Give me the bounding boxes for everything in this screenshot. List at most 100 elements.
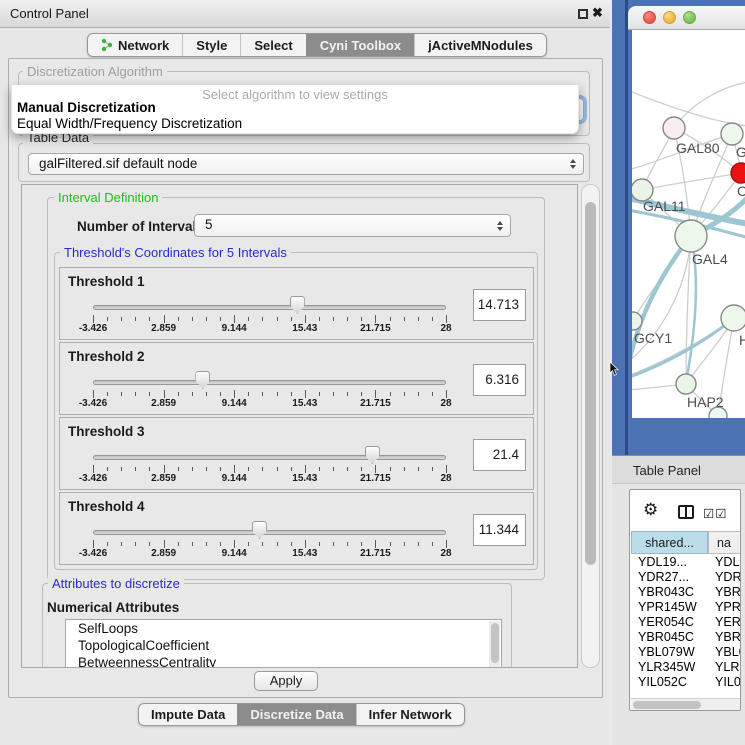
tick-mark — [375, 465, 376, 473]
select-columns-checkboxes-icon[interactable]: ☑☑ — [703, 506, 727, 521]
edge-bundle[interactable] — [632, 318, 734, 378]
shared-name-cell: YLR345W — [638, 660, 695, 675]
threshold-value-field[interactable]: 6.316 — [473, 364, 526, 396]
tick-mark — [446, 390, 447, 398]
edge[interactable] — [632, 92, 745, 126]
table-row[interactable]: YDL19... YDL1 — [631, 555, 741, 570]
slider-handle[interactable] — [195, 371, 210, 389]
tick-mark — [291, 317, 292, 321]
tab-infer-network[interactable]: Infer Network — [356, 704, 464, 725]
slider-handle[interactable] — [252, 521, 267, 539]
attribute-list-item[interactable]: BetweennessCentrality — [66, 654, 501, 668]
table-row[interactable]: YPR145WYPR1 — [631, 600, 741, 615]
table-row[interactable]: YIL052CYIL0 — [631, 675, 741, 690]
tab-jactivemnodules[interactable]: jActiveMNodules — [414, 34, 546, 56]
tab-network[interactable]: Network — [88, 34, 182, 56]
tick-label: 2.859 — [139, 323, 189, 334]
slider-track[interactable] — [93, 305, 446, 310]
tab-cyni-toolbox[interactable]: Cyni Toolbox — [306, 34, 414, 56]
tab-infer-network-label: Infer Network — [369, 707, 452, 722]
column-header-shared-name[interactable]: shared... — [631, 531, 708, 554]
threshold-value-field[interactable]: 21.4 — [473, 439, 526, 471]
slider-track[interactable] — [93, 530, 446, 535]
tick-mark — [390, 392, 391, 396]
table-row[interactable]: YER054CYER0 — [631, 615, 741, 630]
tick-mark — [107, 467, 108, 471]
tick-mark — [375, 315, 376, 323]
shared-name-cell: YDL19... — [638, 555, 687, 570]
slider-tick-labels: -3.4262.8599.14415.4321.71528 — [93, 548, 447, 560]
apply-button[interactable]: Apply — [254, 671, 318, 691]
table-row[interactable]: YBR043CYBR0 — [631, 585, 741, 600]
network-node[interactable] — [675, 220, 707, 252]
attributes-list-scrollbar[interactable] — [489, 621, 500, 668]
tick-mark — [277, 317, 278, 321]
close-icon[interactable]: ✖ — [592, 5, 603, 21]
table-hscrollbar[interactable] — [631, 698, 741, 710]
network-node[interactable] — [721, 305, 745, 331]
float-window-icon[interactable] — [578, 9, 588, 19]
table-data-combo[interactable]: galFiltered.sif default node — [28, 153, 584, 175]
tick-mark — [248, 392, 249, 396]
slider-track[interactable] — [93, 455, 446, 460]
edge[interactable] — [642, 173, 741, 190]
attribute-list-item[interactable]: SelfLoops — [66, 620, 501, 637]
name-cell: YDL1 — [715, 555, 741, 570]
tick-mark — [418, 317, 419, 321]
minimize-traffic-light-icon[interactable] — [663, 11, 676, 24]
tick-mark — [262, 392, 263, 396]
table-row[interactable]: YLR345WYLR3 — [631, 660, 741, 675]
shared-name-cell: YBR045C — [638, 630, 694, 645]
tick-label: 28 — [421, 323, 471, 334]
slider-handle[interactable] — [365, 446, 380, 464]
slider-tick-labels: -3.4262.8599.14415.4321.71528 — [93, 398, 447, 410]
threshold-label: Threshold 2 — [68, 349, 145, 364]
scrollbar-thumb[interactable] — [585, 202, 596, 565]
tab-style[interactable]: Style — [182, 34, 240, 56]
tick-mark — [404, 317, 405, 321]
close-traffic-light-icon[interactable] — [643, 11, 656, 24]
network-canvas[interactable]: GAL80GACGAL11GAL4GCY1HHAP2 — [632, 30, 745, 418]
network-node[interactable] — [721, 123, 743, 145]
name-cell: YDR2 — [715, 570, 741, 585]
slider-track[interactable] — [93, 380, 446, 385]
settings-scrollbar[interactable] — [581, 184, 600, 668]
attribute-list-item[interactable]: TopologicalCoefficient — [66, 637, 501, 654]
tab-impute-data[interactable]: Impute Data — [139, 704, 237, 725]
number-of-intervals-combo[interactable]: 5 — [194, 214, 511, 237]
combo-stepper-icon — [570, 159, 576, 169]
slider-handle[interactable] — [290, 296, 305, 314]
scrollbar-thumb[interactable] — [491, 623, 499, 663]
scrollbar-thumb[interactable] — [633, 701, 701, 709]
node-label: GCY1 — [634, 330, 672, 346]
column-header-name[interactable]: na — [708, 531, 741, 554]
split-columns-icon[interactable] — [678, 505, 694, 519]
name-cell: YBR0 — [715, 585, 741, 600]
tab-select[interactable]: Select — [240, 34, 305, 56]
edge[interactable] — [632, 318, 734, 376]
edge[interactable] — [674, 82, 745, 128]
table-row[interactable]: YBR045CYBR0 — [631, 630, 741, 645]
threshold-label: Threshold 3 — [68, 424, 145, 439]
gear-icon[interactable]: ⚙ — [643, 500, 658, 520]
numerical-attributes-list[interactable]: SelfLoopsTopologicalCoefficientBetweenne… — [65, 619, 502, 668]
network-node[interactable] — [731, 163, 745, 183]
network-node[interactable] — [663, 117, 685, 139]
network-frame-edge — [625, 0, 628, 455]
zoom-traffic-light-icon[interactable] — [683, 11, 696, 24]
threshold-value-field[interactable]: 14.713 — [473, 289, 526, 321]
tick-mark — [178, 467, 179, 471]
tab-discretize-data[interactable]: Discretize Data — [237, 704, 355, 725]
table-row[interactable]: YBL079WYBL0 — [631, 645, 741, 660]
network-node[interactable] — [676, 374, 696, 394]
threshold-4-panel: Threshold 4-3.4262.8599.14415.4321.71528… — [59, 492, 534, 565]
dropdown-item-manual-discretization[interactable]: Manual Discretization — [12, 100, 578, 116]
tick-mark — [291, 542, 292, 546]
threshold-value-field[interactable]: 11.344 — [473, 514, 526, 546]
tick-mark — [262, 317, 263, 321]
table-row[interactable]: YDR27...YDR2 — [631, 570, 741, 585]
cyni-toolbox-panel: Discretization Algorithm Select algorith… — [8, 58, 603, 698]
tick-mark — [192, 392, 193, 396]
tick-label: 2.859 — [139, 398, 189, 409]
dropdown-item-equal-width-frequency[interactable]: Equal Width/Frequency Discretization — [12, 116, 578, 132]
